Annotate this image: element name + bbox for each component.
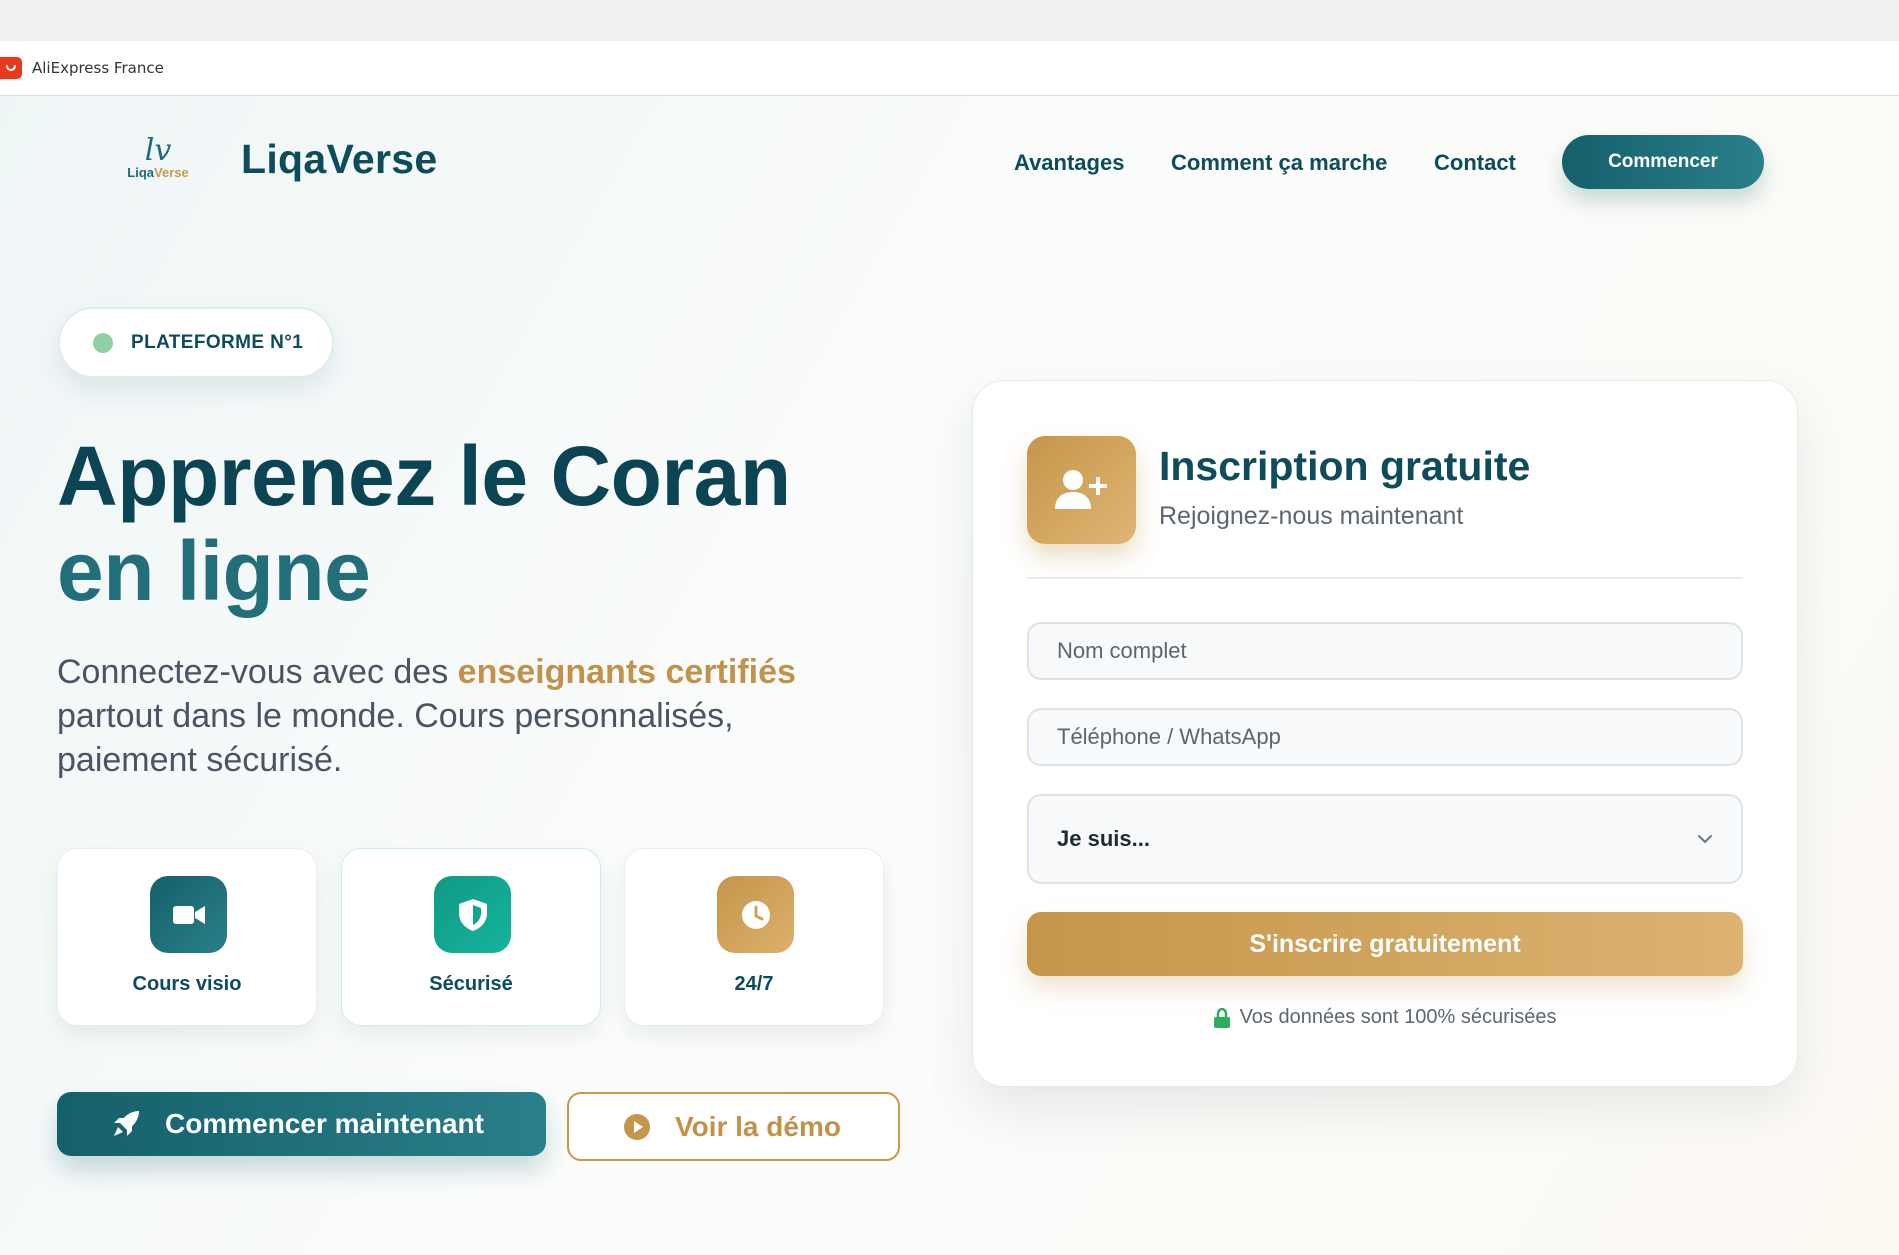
- hero-title-line-1: Apprenez le Coran: [57, 429, 791, 523]
- signup-card: Inscription gratuite Rejoignez-nous main…: [972, 380, 1798, 1087]
- phone-whatsapp-input[interactable]: [1027, 708, 1743, 766]
- nav-link-avantages[interactable]: Avantages: [1014, 150, 1124, 176]
- full-name-input[interactable]: [1027, 622, 1743, 680]
- nav-link-comment-ca-marche[interactable]: Comment ça marche: [1171, 150, 1387, 176]
- logo-wordmark: LiqaVerse: [127, 165, 189, 180]
- lock-icon: [1213, 1007, 1230, 1028]
- play-icon: [624, 1113, 650, 1140]
- watch-demo-button[interactable]: Voir la démo: [567, 1092, 900, 1161]
- logo[interactable]: lv LiqaVerse: [122, 136, 194, 184]
- bookmarks-bar: AliExpress France: [0, 41, 1899, 96]
- role-select-value: Je suis...: [1057, 826, 1150, 851]
- browser-tab-strip: [0, 0, 1899, 41]
- status-dot-icon: [93, 332, 113, 353]
- rocket-icon: [114, 1111, 139, 1136]
- aliexpress-favicon-icon: [0, 57, 22, 79]
- hero-description: Connectez-vous avec des enseignants cert…: [57, 653, 796, 779]
- feature-card-secure: Sécurisé: [341, 848, 601, 1026]
- video-camera-icon: [150, 876, 227, 953]
- nav-link-contact[interactable]: Contact: [1434, 150, 1516, 176]
- feature-label: Sécurisé: [429, 973, 513, 995]
- security-note: Vos données sont 100% sécurisées: [973, 1006, 1797, 1029]
- bookmark-aliexpress[interactable]: AliExpress France: [0, 53, 176, 83]
- feature-label: 24/7: [734, 973, 774, 995]
- signup-submit-button[interactable]: S'inscrire gratuitement: [1027, 912, 1743, 976]
- role-select[interactable]: Je suis...: [1027, 794, 1743, 884]
- clock-icon: [717, 876, 794, 953]
- start-now-label: Commencer maintenant: [165, 1108, 484, 1139]
- hero-highlight: enseignants certifiés: [457, 653, 796, 691]
- feature-card-24-7: 24/7: [624, 848, 884, 1026]
- security-note-text: Vos données sont 100% sécurisées: [1239, 1006, 1557, 1028]
- feature-label: Cours visio: [132, 973, 242, 995]
- start-now-button[interactable]: Commencer maintenant: [57, 1092, 546, 1156]
- bookmark-label: AliExpress France: [32, 59, 164, 77]
- platform-badge: PLATEFORME N°1: [58, 307, 334, 378]
- signup-title: Inscription gratuite: [1159, 443, 1531, 489]
- divider: [1027, 577, 1743, 579]
- add-user-icon: [1027, 436, 1136, 544]
- start-button[interactable]: Commencer: [1562, 135, 1764, 189]
- badge-label: PLATEFORME N°1: [131, 331, 304, 353]
- logo-monogram: lv: [144, 133, 172, 168]
- brand-name[interactable]: LiqaVerse: [241, 136, 437, 183]
- chevron-down-icon: [1698, 835, 1712, 844]
- hero-title-line-2: en ligne: [57, 524, 371, 618]
- shield-icon: [434, 876, 511, 953]
- watch-demo-label: Voir la démo: [675, 1110, 841, 1142]
- feature-card-video: Cours visio: [57, 848, 317, 1026]
- signup-subtitle: Rejoignez-nous maintenant: [1159, 502, 1464, 530]
